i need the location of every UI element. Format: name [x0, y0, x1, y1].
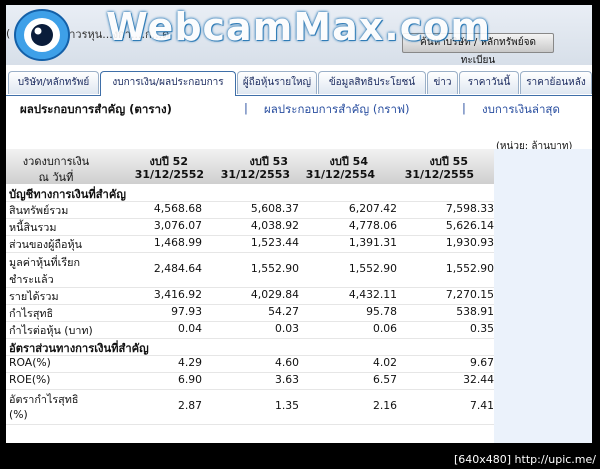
- browser-frame: ( มาวรหุน...งกา....ก...ด ค้นหาบริษัท / ห…: [6, 5, 592, 443]
- row-label: สินทรัพย์รวม: [9, 204, 69, 217]
- row-label: อัตรากำไรสุทธิ: [9, 393, 79, 406]
- cell-value: 1,930.93: [445, 236, 494, 249]
- section-header: บัญชีทางการเงินที่สำคัญ: [6, 185, 494, 202]
- webcammax-watermark: WebcamMax.com: [10, 5, 570, 63]
- cell-value: 1,552.90: [445, 262, 494, 275]
- table-row: กำไรต่อหุ้น (บาท) 0.04 0.03 0.06 0.35: [6, 322, 494, 339]
- tab-benefits[interactable]: ข้อมูลสิทธิประโยชน์: [318, 71, 426, 94]
- cell-value: 3,076.07: [153, 219, 202, 232]
- row-label: กำไรสุทธิ: [9, 307, 54, 320]
- cell-value: 5,626.14: [445, 219, 494, 232]
- cell-value: 4,568.68: [153, 202, 202, 215]
- subnav-separator: |: [462, 101, 466, 115]
- cell-value: 3,416.92: [153, 288, 202, 301]
- cell-value: 2.16: [372, 399, 397, 412]
- tab-financials[interactable]: งบการเงิน/ผลประกอบการ: [100, 71, 236, 96]
- date-header: 31/12/2553: [220, 168, 290, 181]
- cell-value: 3.63: [274, 373, 299, 386]
- cell-value: 54.27: [268, 305, 299, 318]
- date-header: ณ วันที่: [38, 171, 74, 184]
- right-panel: [494, 149, 592, 443]
- cell-value: 4.60: [274, 356, 299, 369]
- tab-historical-price[interactable]: ราคาย้อนหลัง: [520, 71, 592, 94]
- table-row: สินทรัพย์รวม 4,568.68 5,608.37 6,207.42 …: [6, 202, 494, 219]
- cell-value: 5,608.37: [250, 202, 299, 215]
- table-row: ส่วนของผู้ถือหุ้น 1,468.99 1,523.44 1,39…: [6, 236, 494, 253]
- cell-value: 0.04: [177, 322, 202, 335]
- tab-news[interactable]: ข่าว: [427, 71, 458, 94]
- cell-value: 97.93: [171, 305, 202, 318]
- cell-value: 2.87: [177, 399, 202, 412]
- cell-value: 1,552.90: [348, 262, 397, 275]
- subnav-separator: |: [244, 101, 248, 115]
- row-label: ROE(%): [9, 373, 51, 386]
- cell-value: 1,523.44: [250, 236, 299, 249]
- cell-value: 4,029.84: [250, 288, 299, 301]
- section-title: อัตราส่วนทางการเงินที่สำคัญ: [9, 342, 149, 355]
- cell-value: 1,468.99: [153, 236, 202, 249]
- cell-value: 1,391.31: [348, 236, 397, 249]
- cell-value: 9.67: [469, 356, 494, 369]
- row-label: หนี้สินรวม: [9, 221, 57, 234]
- cell-value: 4,778.06: [348, 219, 397, 232]
- cell-value: 7.41: [469, 399, 494, 412]
- cell-value: 1,552.90: [250, 262, 299, 275]
- table-row: ROA(%) 4.29 4.60 4.02 9.67: [6, 356, 494, 373]
- date-header: 31/12/2552: [134, 168, 204, 181]
- table-row: หนี้สินรวม 3,076.07 4,038.92 4,778.06 5,…: [6, 219, 494, 236]
- subnav-table-active: ผลประกอบการสำคัญ (ตาราง): [20, 102, 172, 116]
- cell-value: 4,038.92: [250, 219, 299, 232]
- cell-value: 0.35: [469, 322, 494, 335]
- cell-value: 95.78: [366, 305, 397, 318]
- table-row: ROE(%) 6.90 3.63 6.57 32.44: [6, 373, 494, 390]
- cell-value: 0.03: [274, 322, 299, 335]
- sub-navigation: ผลประกอบการสำคัญ (ตาราง) | ผลประกอบการสำ…: [6, 101, 592, 121]
- tab-today-price[interactable]: ราคาวันนี้: [459, 71, 519, 94]
- row-label: ROA(%): [9, 356, 51, 369]
- table-row: มูลค่าหุ้นที่เรียก ชำระแล้ว 2,484.64 1,5…: [6, 253, 494, 288]
- tab-company[interactable]: บริษัท/หลักทรัพย์: [8, 71, 99, 94]
- cell-value: 6.90: [177, 373, 202, 386]
- row-label: มูลค่าหุ้นที่เรียก: [9, 256, 80, 269]
- subnav-latest-statements-link[interactable]: งบการเงินล่าสุด: [482, 101, 560, 119]
- watermark-logo-text: WebcamMax.com: [106, 5, 491, 49]
- row-label: รายได้รวม: [9, 290, 59, 303]
- cell-value: 6,207.42: [348, 202, 397, 215]
- table-row: อัตรากำไรสุทธิ (%) 2.87 1.35 2.16 7.41: [6, 390, 494, 425]
- tab-major-shareholders[interactable]: ผู้ถือหุ้นรายใหญ่: [237, 71, 317, 94]
- cell-value: 6.57: [372, 373, 397, 386]
- row-label: กำไรต่อหุ้น (บาท): [9, 324, 93, 337]
- cell-value: 32.44: [463, 373, 494, 386]
- image-host-watermark: [640x480] http://upic.me/: [453, 453, 596, 466]
- table-header: งวดงบการเงิน ณ วันที่ งบปี 52 31/12/2552…: [6, 149, 494, 184]
- header-bar: ( มาวรหุน...งกา....ก...ด ค้นหาบริษัท / ห…: [6, 5, 592, 66]
- date-header: 31/12/2554: [305, 168, 375, 181]
- webcam-logo-icon: [14, 9, 70, 61]
- date-header: 31/12/2555: [404, 168, 474, 181]
- cell-value: 4,432.11: [348, 288, 397, 301]
- cell-value: 4.29: [177, 356, 202, 369]
- cell-value: 4.02: [372, 356, 397, 369]
- cell-value: 7,598.33: [445, 202, 494, 215]
- cell-value: 0.06: [372, 322, 397, 335]
- subnav-graph-link[interactable]: ผลประกอบการสำคัญ (กราฟ): [264, 101, 410, 119]
- cell-value: 1.35: [274, 399, 299, 412]
- row-label-line2: ชำระแล้ว: [9, 273, 54, 286]
- row-label: ส่วนของผู้ถือหุ้น: [9, 238, 83, 251]
- row-label-line2: (%): [9, 408, 28, 421]
- section-title: บัญชีทางการเงินที่สำคัญ: [9, 188, 126, 201]
- table-row: กำไรสุทธิ 97.93 54.27 95.78 538.91: [6, 305, 494, 322]
- main-tabs: บริษัท/หลักทรัพย์ งบการเงิน/ผลประกอบการ …: [6, 71, 592, 96]
- section-header: อัตราส่วนทางการเงินที่สำคัญ: [6, 339, 494, 356]
- table-row: รายได้รวม 3,416.92 4,029.84 4,432.11 7,2…: [6, 288, 494, 305]
- cell-value: 538.91: [456, 305, 494, 318]
- cell-value: 2,484.64: [153, 262, 202, 275]
- cell-value: 7,270.15: [445, 288, 494, 301]
